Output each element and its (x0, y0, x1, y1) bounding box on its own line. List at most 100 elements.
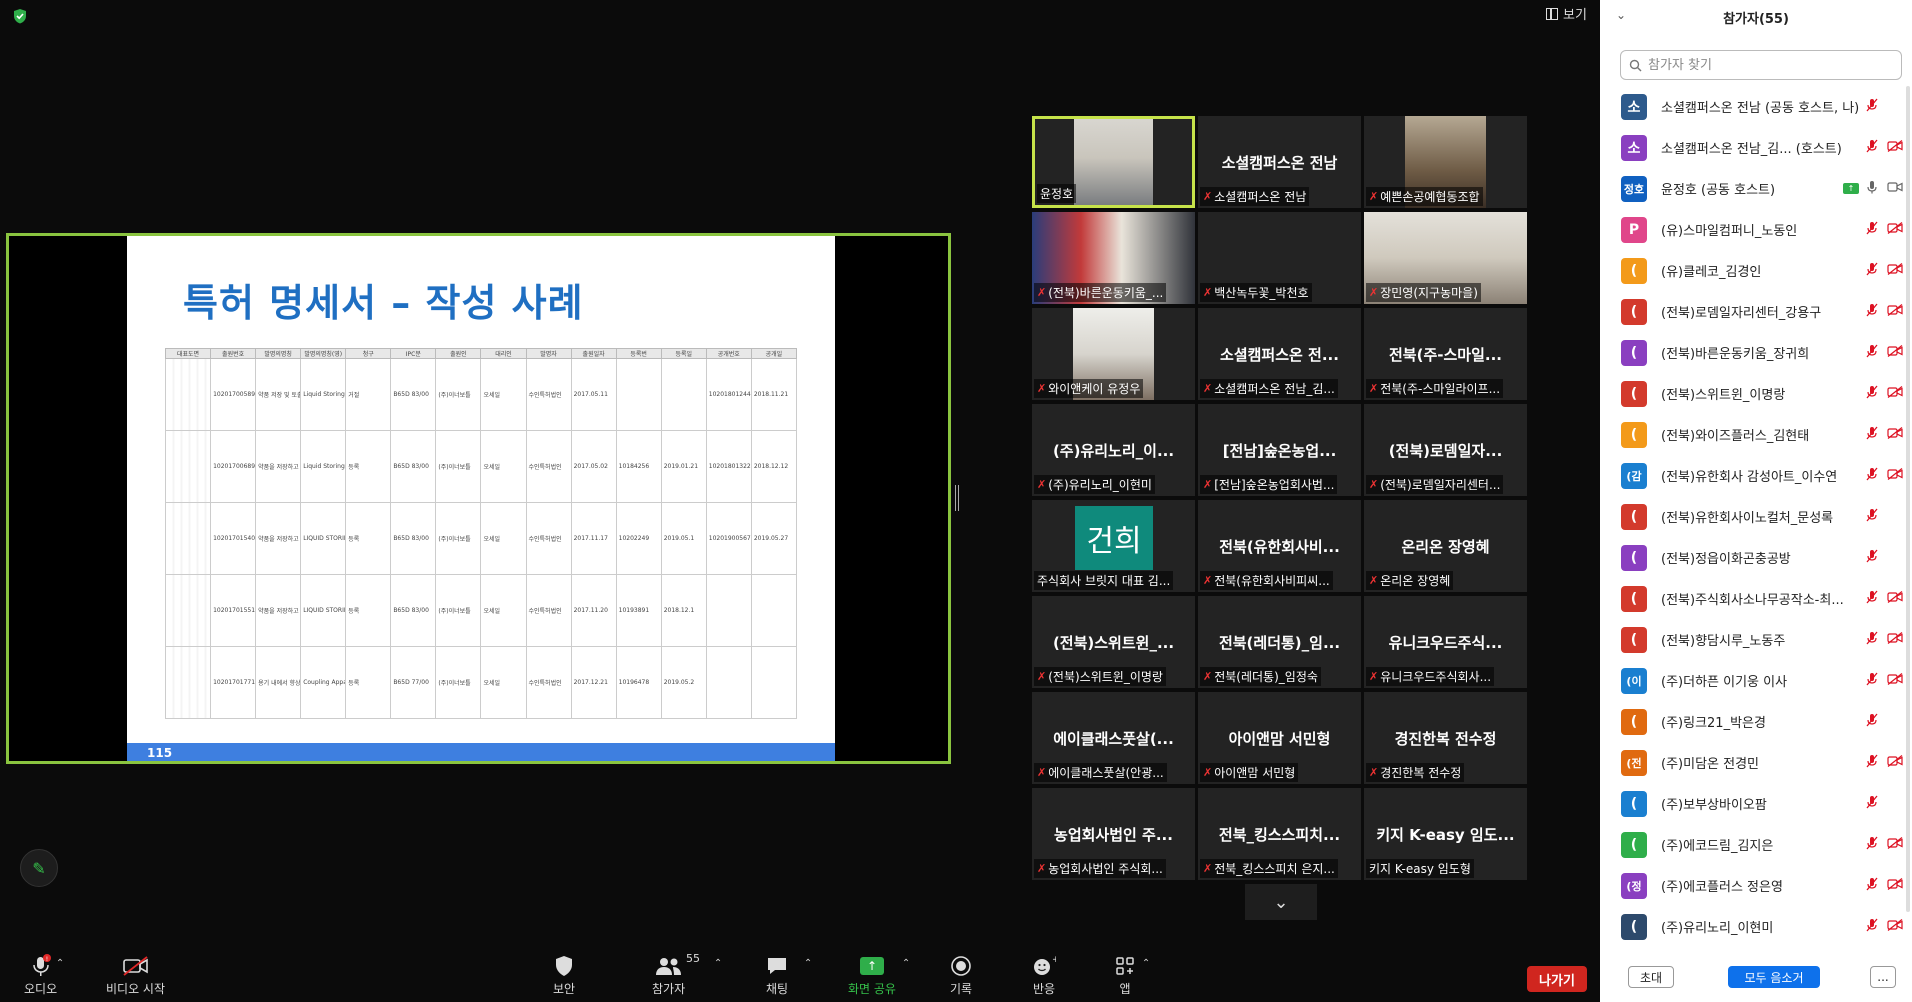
muted-mic-icon[interactable] (1866, 549, 1878, 567)
security-button[interactable]: 보안 (553, 954, 575, 997)
participant-row[interactable]: 소 소셜캠퍼스온 전남_김... (호스트) (1600, 127, 1912, 168)
participant-search[interactable] (1620, 50, 1902, 80)
share-screen-button[interactable]: ↑ 화면 공유 (848, 954, 896, 997)
participant-row[interactable]: ((전북)향담시루_노동주 (1600, 619, 1912, 660)
muted-mic-icon[interactable] (1866, 344, 1878, 362)
invite-button[interactable]: 초대 (1628, 966, 1674, 988)
chat-button[interactable]: 채팅 (766, 954, 788, 997)
muted-mic-icon[interactable] (1866, 221, 1878, 239)
muted-mic-icon[interactable] (1866, 631, 1878, 649)
split-drag-handle[interactable] (955, 485, 959, 511)
video-off-icon[interactable] (1887, 139, 1903, 156)
participant-row[interactable]: P (유)스마일컴퍼니_노동인 (1600, 209, 1912, 250)
video-off-icon[interactable] (1887, 672, 1903, 689)
participant-video-tile[interactable]: ✗ 예쁜손공예협동조합 (1364, 116, 1527, 208)
participant-video-tile[interactable]: 키지 K-easy 임도... 키지 K-easy 임도형 (1364, 788, 1527, 880)
video-off-icon[interactable] (1887, 631, 1903, 648)
video-off-icon[interactable] (1887, 467, 1903, 484)
participant-row[interactable]: ((전북)바른운동키움_장귀희 (1600, 332, 1912, 373)
participant-video-tile[interactable]: (전북)로뎀일자... ✗ (전북)로뎀일자리센터... (1364, 404, 1527, 496)
participant-video-tile[interactable]: (주)유리노리_이... ✗ (주)유리노리_이현미 (1032, 404, 1195, 496)
participant-video-tile[interactable]: 전북_킹스스피치... ✗ 전북_킹스스피치 은지... (1198, 788, 1361, 880)
muted-mic-icon[interactable] (1866, 836, 1878, 854)
muted-mic-icon[interactable] (1866, 426, 1878, 444)
participant-row[interactable]: ((전북)정읍이화곤충공방 (1600, 537, 1912, 578)
participant-video-tile[interactable]: 소셜캠퍼스온 전... ✗ 소셜캠퍼스온 전남_김... (1198, 308, 1361, 400)
participant-video-tile[interactable]: 농업회사법인 주... ✗ 농업회사법인 주식회... (1032, 788, 1195, 880)
participant-video-tile[interactable]: 온리온 장영혜 ✗ 온리온 장영혜 (1364, 500, 1527, 592)
mute-all-button[interactable]: 모두 음소거 (1728, 966, 1820, 988)
gallery-next-page-button[interactable]: ⌄ (1245, 884, 1317, 920)
participant-row[interactable]: ((전북)스위트윈_이명랑 (1600, 373, 1912, 414)
muted-mic-icon[interactable] (1866, 262, 1878, 280)
participants-button[interactable]: 55 참가자 (652, 952, 700, 997)
muted-mic-icon[interactable] (1866, 139, 1878, 157)
apps-button[interactable]: 앱 (1114, 954, 1136, 997)
participant-row[interactable]: ((주)보부상바이오팜 (1600, 783, 1912, 824)
participant-row[interactable]: 소 소셜캠퍼스온 전남 (공동 호스트, 나) (1600, 86, 1912, 127)
participant-video-tile[interactable]: 전북(유한회사비... ✗ 전북(유한회사비피씨... (1198, 500, 1361, 592)
participant-video-tile[interactable]: 윤정호 (1032, 116, 1195, 208)
video-off-icon[interactable] (1887, 385, 1903, 402)
video-off-icon[interactable] (1887, 303, 1903, 320)
participant-row[interactable]: (정 (주)에코플러스 정은영 (1600, 865, 1912, 906)
video-off-icon[interactable] (1887, 262, 1903, 279)
muted-mic-icon[interactable] (1866, 303, 1878, 321)
muted-mic-icon[interactable] (1866, 713, 1878, 731)
annotate-pencil-button[interactable]: ✎ (20, 849, 58, 887)
muted-mic-icon[interactable] (1866, 877, 1878, 895)
search-input[interactable] (1648, 57, 1888, 73)
participant-row[interactable]: ((주)에코드림_김지은 (1600, 824, 1912, 865)
participant-video-tile[interactable]: ✗ (전북)바른운동키움_... (1032, 212, 1195, 304)
participant-row[interactable]: ((전북)유한회사이노컬처_문성록 (1600, 496, 1912, 537)
record-button[interactable]: 기록 (950, 954, 972, 997)
participant-row[interactable]: ((전북)로뎀일자리센터_강용구 (1600, 291, 1912, 332)
muted-mic-icon[interactable] (1866, 795, 1878, 813)
participant-video-tile[interactable]: ✗ 장민영(지구농마을) (1364, 212, 1527, 304)
participant-video-tile[interactable]: 경진한복 전수정 ✗ 경진한복 전수정 (1364, 692, 1527, 784)
participant-video-tile[interactable]: (전북)스위트윈_... ✗ (전북)스위트윈_이명랑 (1032, 596, 1195, 688)
muted-mic-icon[interactable] (1866, 672, 1878, 690)
participant-row[interactable]: ((주)유리노리_이현미 (1600, 906, 1912, 947)
video-off-icon[interactable] (1887, 344, 1903, 361)
video-off-icon[interactable] (1887, 426, 1903, 443)
participant-row[interactable]: ((유)클레코_김경인 (1600, 250, 1912, 291)
participant-video-tile[interactable]: [전남]숲온농업... ✗ [전남]숲온농업회사법... (1198, 404, 1361, 496)
participant-row[interactable]: 정호 윤정호 (공동 호스트) ↑ (1600, 168, 1912, 209)
muted-mic-icon[interactable] (1866, 754, 1878, 772)
video-off-icon[interactable] (1887, 754, 1903, 771)
participant-video-tile[interactable]: 유니크우드주식... ✗ 유니크우드주식회사... (1364, 596, 1527, 688)
participant-row[interactable]: (전 (주)미담온 전경민 (1600, 742, 1912, 783)
muted-mic-icon[interactable] (1866, 98, 1878, 116)
video-camera-icon[interactable] (1887, 181, 1903, 197)
participant-video-tile[interactable]: 소셜캠퍼스온 전남 ✗ 소셜캠퍼스온 전남 (1198, 116, 1361, 208)
participant-list-scrollbar[interactable] (1906, 86, 1910, 912)
participant-row[interactable]: (이 (주)더하픈 이기웅 이사 (1600, 660, 1912, 701)
participant-video-tile[interactable]: ✗ 백산녹두꽃_박천호 (1198, 212, 1361, 304)
muted-mic-icon[interactable] (1866, 590, 1878, 608)
video-off-icon[interactable] (1887, 877, 1903, 894)
participant-video-tile[interactable]: 전북(주-스마일... ✗ 전북(주-스마일라이프... (1364, 308, 1527, 400)
more-options-button[interactable]: ... (1870, 966, 1896, 988)
participant-video-tile[interactable]: 아이앤맘 서민형 ✗ 아이앤맘 서민형 (1198, 692, 1361, 784)
participant-video-tile[interactable]: ✗ 와이앤케이 유정우 (1032, 308, 1195, 400)
muted-mic-icon[interactable] (1866, 385, 1878, 403)
muted-mic-icon[interactable] (1866, 467, 1878, 485)
security-shield-icon[interactable] (12, 8, 28, 24)
participant-row[interactable]: (감 (전북)유한회사 감성아트_이수연 (1600, 455, 1912, 496)
video-off-icon[interactable] (1887, 590, 1903, 607)
participant-row[interactable]: ((전북)와이즈플러스_김현태 (1600, 414, 1912, 455)
start-video-button[interactable]: 비디오 시작 (106, 954, 165, 997)
muted-mic-icon[interactable] (1866, 918, 1878, 936)
reactions-button[interactable]: + 반응 (1032, 954, 1056, 997)
participant-row[interactable]: ((전북)주식회사소나무공작소-최... (1600, 578, 1912, 619)
video-off-icon[interactable] (1887, 918, 1903, 935)
audio-button[interactable]: ! 오디오 (24, 954, 57, 997)
participant-row[interactable]: ((주)링크21_박은경 (1600, 701, 1912, 742)
video-off-icon[interactable] (1887, 221, 1903, 238)
participant-video-tile[interactable]: 에이클래스풋살(... ✗ 에이클래스풋살(안광... (1032, 692, 1195, 784)
participant-video-tile[interactable]: 전북(레더통)_임... ✗ 전북(레더통)_임정숙 (1198, 596, 1361, 688)
muted-mic-icon[interactable] (1866, 508, 1878, 526)
participant-video-tile[interactable]: 건희 주식회사 브릿지 대표 김... (1032, 500, 1195, 592)
leave-button[interactable]: 나가기 (1527, 966, 1587, 992)
